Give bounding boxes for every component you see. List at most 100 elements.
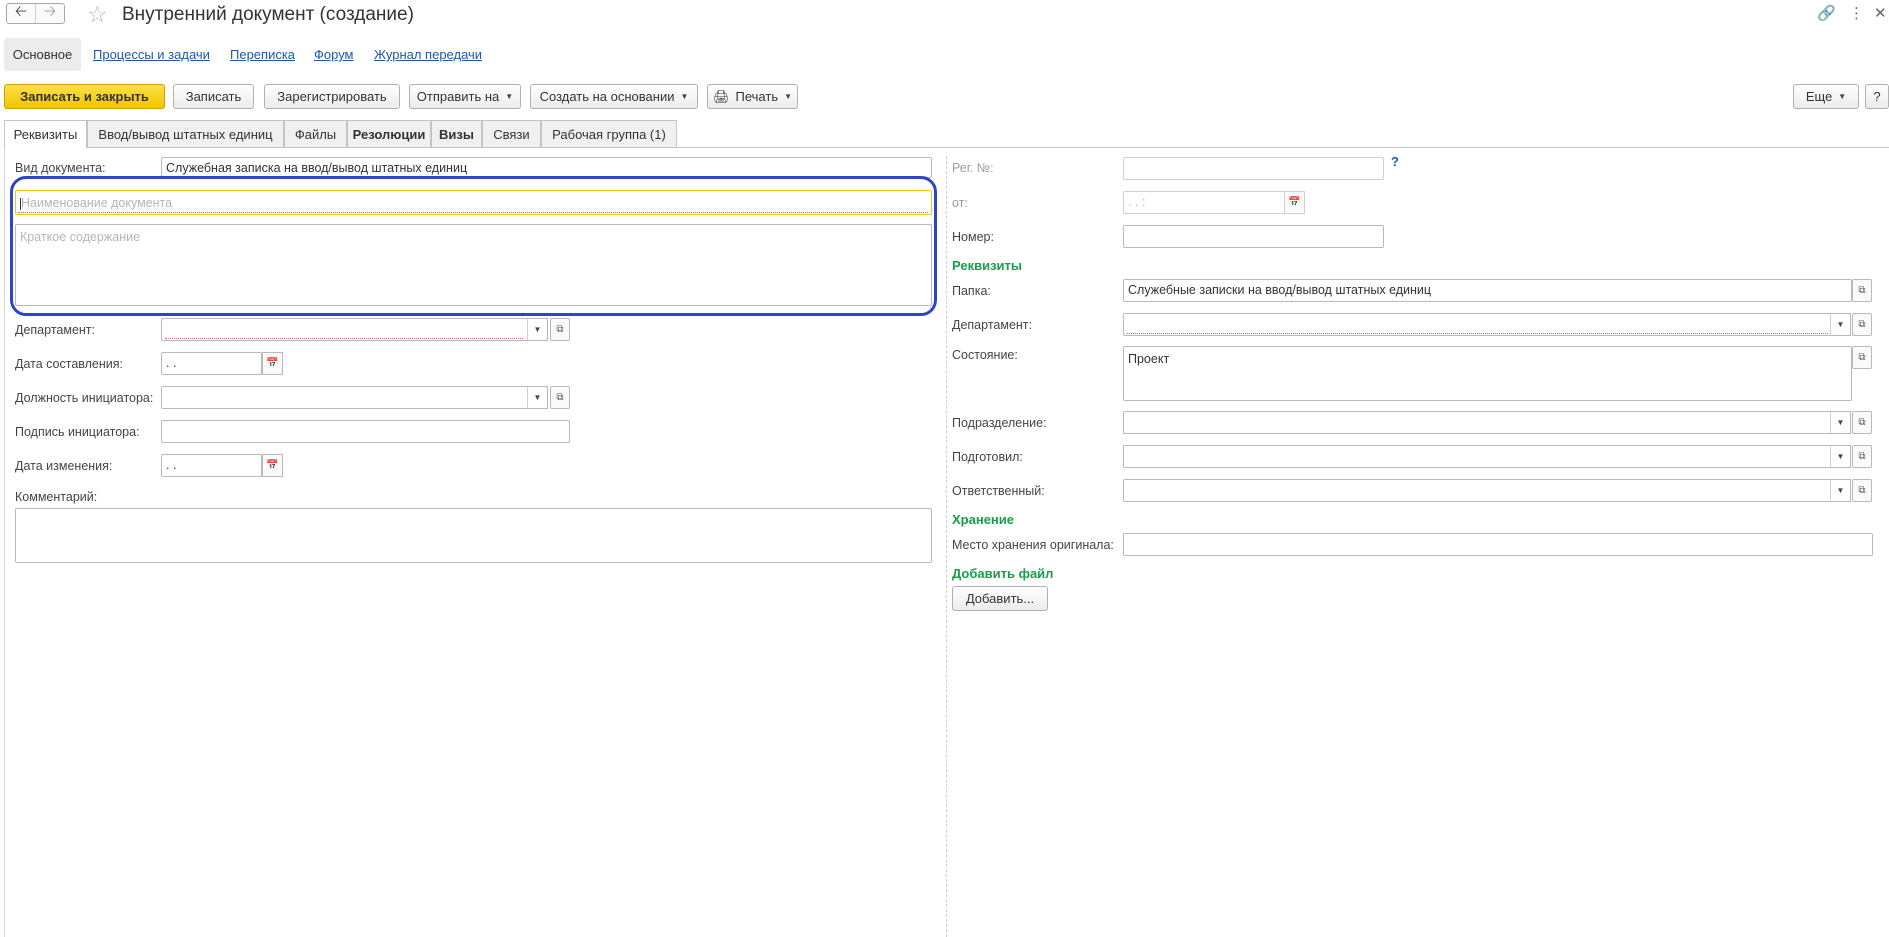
department-right-label: Департамент: xyxy=(952,318,1032,332)
department-right-open-button[interactable]: ⧉ xyxy=(1852,313,1872,336)
folder-open-button[interactable]: ⧉ xyxy=(1852,279,1872,302)
state-field[interactable]: Проект xyxy=(1123,346,1852,401)
prepared-label: Подготовил: xyxy=(952,450,1023,464)
section-main[interactable]: Основное xyxy=(4,38,81,71)
register-button[interactable]: Зарегистрировать xyxy=(264,84,400,109)
open-window-icon: ⧉ xyxy=(1858,319,1866,330)
required-underline xyxy=(165,338,523,339)
chevron-down-icon: ▼ xyxy=(1836,452,1845,461)
initiator-position-dropdown[interactable]: ▼ xyxy=(527,386,548,409)
tab-requisites[interactable]: Реквизиты xyxy=(4,120,87,148)
department-label: Департамент: xyxy=(15,323,95,337)
form-left-border xyxy=(4,147,5,937)
responsible-dropdown[interactable]: ▼ xyxy=(1830,479,1851,502)
number-field[interactable] xyxy=(1123,225,1384,248)
responsible-field[interactable] xyxy=(1123,479,1834,502)
initiator-position-field[interactable] xyxy=(161,386,531,409)
open-window-icon: ⧉ xyxy=(1858,417,1866,428)
section-transfer-log[interactable]: Журнал передачи xyxy=(374,38,482,71)
department-dropdown[interactable]: ▼ xyxy=(527,318,548,341)
arrow-right-icon[interactable]: 🡢 xyxy=(35,3,64,23)
prepared-open-button[interactable]: ⧉ xyxy=(1852,445,1872,468)
storage-place-field[interactable] xyxy=(1123,533,1873,556)
tab-divider xyxy=(4,147,1889,148)
print-button[interactable]: 🖨 Печать ▼ xyxy=(707,84,798,109)
open-window-icon: ⧉ xyxy=(1858,451,1866,462)
initiator-signature-label: Подпись инициатора: xyxy=(15,425,140,439)
open-window-icon: ⧉ xyxy=(1858,285,1866,296)
chevron-down-icon: ▼ xyxy=(1836,418,1845,427)
save-and-close-button[interactable]: Записать и закрыть xyxy=(4,84,165,109)
help-button[interactable]: ? xyxy=(1865,84,1889,109)
state-open-button[interactable]: ⧉ xyxy=(1852,346,1872,369)
window-title: Внутренний документ (создание) xyxy=(122,4,414,25)
arrow-left-icon[interactable]: 🡠 xyxy=(7,3,35,23)
navigation-buttons: 🡠 🡢 xyxy=(6,3,65,24)
save-button[interactable]: Записать xyxy=(173,84,254,109)
section-correspondence[interactable]: Переписка xyxy=(230,38,295,71)
subdivision-field[interactable] xyxy=(1123,411,1834,434)
printer-icon: 🖨 xyxy=(712,88,730,104)
more-vert-icon[interactable]: ⋮ xyxy=(1849,4,1864,24)
close-icon[interactable]: ✕ xyxy=(1874,4,1887,24)
send-to-button[interactable]: Отправить на ▼ xyxy=(409,84,521,109)
star-icon[interactable]: ☆ xyxy=(87,2,108,26)
chevron-down-icon: ▼ xyxy=(1836,320,1845,329)
calendar-icon[interactable]: 📅 xyxy=(1284,191,1305,214)
doc-type-field[interactable]: Служебная записка на ввод/вывод штатных … xyxy=(161,157,932,178)
state-label: Состояние: xyxy=(952,348,1018,362)
folder-field[interactable]: Служебные записки на ввод/вывод штатных … xyxy=(1123,279,1852,302)
chevron-down-icon: ▼ xyxy=(1836,486,1845,495)
tab-files[interactable]: Файлы xyxy=(284,120,347,147)
comment-label: Комментарий: xyxy=(15,490,98,504)
date-created-label: Дата составления: xyxy=(15,357,124,371)
date-changed-field[interactable]: . . xyxy=(161,454,262,477)
tab-visas[interactable]: Визы xyxy=(431,120,482,147)
from-date-field[interactable]: . . : xyxy=(1123,191,1286,214)
section-processes[interactable]: Процессы и задачи xyxy=(93,38,210,71)
tab-work-group[interactable]: Рабочая группа (1) xyxy=(541,120,677,147)
initiator-position-open-button[interactable]: ⧉ xyxy=(550,386,570,409)
storage-place-label: Место хранения оригинала: xyxy=(952,538,1114,552)
help-question-icon[interactable]: ? xyxy=(1391,154,1399,169)
department-right-dropdown[interactable]: ▼ xyxy=(1830,313,1851,336)
link-icon[interactable]: 🔗 xyxy=(1817,4,1836,24)
from-date-label: от: xyxy=(952,196,968,210)
tab-links[interactable]: Связи xyxy=(482,120,541,147)
initiator-signature-field[interactable] xyxy=(161,420,570,443)
required-underline xyxy=(1127,333,1828,334)
chevron-down-icon: ▼ xyxy=(533,393,542,402)
tab-resolutions[interactable]: Резолюции xyxy=(347,120,431,147)
prepared-field[interactable] xyxy=(1123,445,1834,468)
comment-textarea[interactable] xyxy=(15,508,932,563)
folder-label: Папка: xyxy=(952,284,991,298)
calendar-icon[interactable]: 📅 xyxy=(262,352,283,375)
chevron-down-icon: ▼ xyxy=(680,92,689,101)
add-file-header: Добавить файл xyxy=(952,566,1054,581)
responsible-open-button[interactable]: ⧉ xyxy=(1852,479,1872,502)
chevron-down-icon: ▼ xyxy=(533,325,542,334)
doc-type-label: Вид документа: xyxy=(15,161,106,175)
requisites-header: Реквизиты xyxy=(952,258,1022,273)
reg-no-field[interactable] xyxy=(1123,157,1384,180)
subdivision-dropdown[interactable]: ▼ xyxy=(1830,411,1851,434)
create-based-on-button[interactable]: Создать на основании ▼ xyxy=(530,84,698,109)
open-window-icon: ⧉ xyxy=(556,324,564,335)
highlight-frame xyxy=(10,176,937,316)
open-window-icon: ⧉ xyxy=(1858,352,1866,363)
section-forum[interactable]: Форум xyxy=(314,38,354,71)
subdivision-label: Подразделение: xyxy=(952,416,1047,430)
subdivision-open-button[interactable]: ⧉ xyxy=(1852,411,1872,434)
calendar-icon[interactable]: 📅 xyxy=(262,454,283,477)
tab-staff-io[interactable]: Ввод/вывод штатных единиц xyxy=(87,120,284,147)
prepared-dropdown[interactable]: ▼ xyxy=(1830,445,1851,468)
open-window-icon: ⧉ xyxy=(1858,485,1866,496)
open-window-icon: ⧉ xyxy=(556,392,564,403)
chevron-down-icon: ▼ xyxy=(784,92,793,101)
department-open-button[interactable]: ⧉ xyxy=(550,318,570,341)
chevron-down-icon: ▼ xyxy=(1838,92,1847,101)
date-created-field[interactable]: . . xyxy=(161,352,262,375)
add-file-button[interactable]: Добавить... xyxy=(952,586,1048,611)
more-button[interactable]: Еще ▼ xyxy=(1793,84,1859,109)
date-changed-label: Дата изменения: xyxy=(15,459,113,473)
